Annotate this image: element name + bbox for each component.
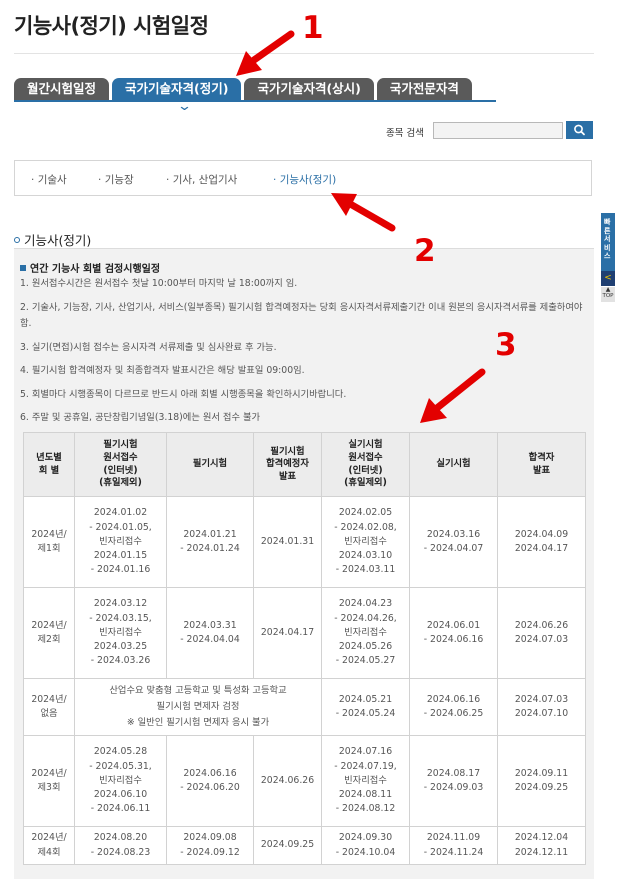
header-practical-application: 실기시험 원서접수 (인터넷) (휴일제외) bbox=[321, 432, 410, 497]
cell-practical-exam: 2024.11.09- 2024.11.24 bbox=[409, 826, 498, 865]
square-bullet-icon bbox=[20, 265, 26, 271]
annotation-number-2: 2 bbox=[414, 233, 436, 269]
main-tabs: 월간시험일정 국가기술자격(정기) 국가기술자격(상시) 국가전문자격 bbox=[14, 78, 472, 100]
cell-final-result: 2024.04.09 2024.04.17 bbox=[497, 496, 586, 588]
page-title: 기능사(정기) 시험일정 bbox=[14, 14, 209, 38]
cell-practical-application: 2024.02.05- 2024.02.08, 빈자리접수 2024.03.10- … bbox=[321, 496, 410, 588]
subnav-item-craftsman-regular[interactable]: · 기능사(정기) bbox=[273, 172, 336, 187]
cell-round: 2024년/없음 bbox=[23, 678, 75, 736]
cell-practical-exam: 2024.08.17- 2024.09.03 bbox=[409, 735, 498, 827]
cell-final-result: 2024.06.26 2024.07.03 bbox=[497, 587, 586, 679]
table-row: 2024년/제1회 2024.01.02- 2024.01.05, 빈자리접수 20… bbox=[23, 496, 586, 588]
tab-national-technical-ondemand[interactable]: 국가기술자격(상시) bbox=[244, 78, 374, 100]
cell-round: 2024년/제4회 bbox=[23, 826, 75, 865]
header-final-result: 합격자 발표 bbox=[497, 432, 586, 497]
tabs-underline bbox=[14, 100, 496, 102]
search-icon bbox=[574, 124, 585, 136]
quick-service-label: 빠른서비스 bbox=[604, 218, 611, 261]
cell-practical-exam: 2024.06.01- 2024.06.16 bbox=[409, 587, 498, 679]
tab-monthly-schedule[interactable]: 월간시험일정 bbox=[14, 78, 110, 100]
header-written-result: 필기시험 합격예정자 발표 bbox=[253, 432, 322, 497]
subnav-item-engineer-industrial[interactable]: · 기사, 산업기사 bbox=[166, 172, 237, 187]
cell-written-application: 2024.08.20- 2024.08.23 bbox=[74, 826, 167, 865]
cell-written-result: 2024.04.17 bbox=[253, 587, 322, 679]
sub-navigation: · 기술사 · 기능장 · 기사, 산업기사 · 기능사(정기) bbox=[14, 160, 592, 196]
table-row: 2024년/제3회 2024.05.28- 2024.05.31, 빈자리접수 20… bbox=[23, 735, 586, 827]
annotation-arrow-2 bbox=[348, 201, 396, 232]
sub-heading: 연간 기능사 회별 검정시행일정 bbox=[20, 260, 160, 275]
annotation-number-3: 3 bbox=[495, 327, 517, 363]
annotation-arrow-1 bbox=[250, 30, 295, 64]
cell-practical-application: 2024.05.21- 2024.05.24 bbox=[321, 678, 410, 736]
cell-final-result: 2024.07.03 2024.07.10 bbox=[497, 678, 586, 736]
section-title: 기능사(정기) bbox=[14, 230, 91, 249]
schedule-table: 년도별 회 별 필기시험 원서접수 (인터넷) (휴일제외) 필기시험 필기시험 합격예정… bbox=[23, 432, 586, 865]
tab-national-technical-regular[interactable]: 국가기술자격(정기) bbox=[112, 78, 242, 100]
cell-written-result: 2024.01.31 bbox=[253, 496, 322, 588]
notice-item: 6. 주말 및 공휴일, 공단창립기념일(3.18)에는 원서 접수 불가 bbox=[20, 412, 261, 423]
cell-written-application: 2024.01.02- 2024.01.05, 빈자리접수 2024.01.15- … bbox=[74, 496, 167, 588]
cell-written-exam: 2024.06.16- 2024.06.20 bbox=[166, 735, 254, 827]
title-divider bbox=[14, 53, 594, 54]
cell-written-exam: 2024.03.31- 2024.04.04 bbox=[166, 587, 254, 679]
table-row: 2024년/제2회 2024.03.12- 2024.03.15, 빈자리접수 20… bbox=[23, 587, 586, 679]
cell-written-application: 2024.03.12- 2024.03.15, 빈자리접수 2024.03.25- … bbox=[74, 587, 167, 679]
table-row: 2024년/제4회 2024.08.20- 2024.08.23 2024.09… bbox=[23, 826, 586, 865]
subnav-item-professional-engineer[interactable]: · 기술사 bbox=[31, 172, 67, 187]
cell-practical-application: 2024.07.16- 2024.07.19, 빈자리접수 2024.08.11- … bbox=[321, 735, 410, 827]
annotation-number-1: 1 bbox=[302, 10, 324, 46]
cell-written-result: 2024.09.25 bbox=[253, 826, 322, 865]
subnav-item-master-craftsman[interactable]: · 기능장 bbox=[98, 172, 134, 187]
notice-item: 5. 회별마다 시행종목이 다르므로 반드시 아래 회별 시행종목을 확인하시기… bbox=[20, 388, 347, 400]
header-practical-exam: 실기시험 bbox=[409, 432, 498, 497]
cell-written-application: 2024.05.28- 2024.05.31, 빈자리접수 2024.06.10- … bbox=[74, 735, 167, 827]
cell-practical-application: 2024.09.30- 2024.10.04 bbox=[321, 826, 410, 865]
cell-practical-application: 2024.04.23- 2024.04.26, 빈자리접수 2024.05.26- … bbox=[321, 587, 410, 679]
cell-round: 2024년/제1회 bbox=[23, 496, 75, 588]
search-button[interactable] bbox=[566, 121, 593, 139]
annotation-arrowhead-2 bbox=[331, 193, 357, 216]
header-round: 년도별 회 별 bbox=[23, 432, 75, 497]
cell-exemption-note: 산업수요 맞춤형 고등학교 및 특성화 고등학교 필기시험 면제자 검정 ※ 일반인… bbox=[74, 678, 322, 736]
search-input[interactable] bbox=[433, 122, 563, 139]
search-label: 종목 검색 bbox=[386, 128, 424, 139]
cell-written-exam: 2024.09.08- 2024.09.12 bbox=[166, 826, 254, 865]
cell-practical-exam: 2024.06.16- 2024.06.25 bbox=[409, 678, 498, 736]
notice-item: 4. 필기시험 합격예정자 및 최종합격자 발표시간은 해당 발표일 09:00… bbox=[20, 365, 305, 376]
chevron-down-icon: ⌄ bbox=[176, 99, 193, 114]
cell-round: 2024년/제2회 bbox=[23, 587, 75, 679]
table-header-row: 년도별 회 별 필기시험 원서접수 (인터넷) (휴일제외) 필기시험 필기시험 합격예정… bbox=[23, 432, 586, 497]
cell-written-result: 2024.06.26 bbox=[253, 735, 322, 827]
header-written-exam: 필기시험 bbox=[166, 432, 254, 497]
header-written-application: 필기시험 원서접수 (인터넷) (휴일제외) bbox=[74, 432, 167, 497]
cell-written-exam: 2024.01.21- 2024.01.24 bbox=[166, 496, 254, 588]
tab-national-professional[interactable]: 국가전문자격 bbox=[376, 78, 472, 100]
circle-bullet-icon bbox=[14, 237, 20, 243]
cell-final-result: 2024.12.04 2024.12.11 bbox=[497, 826, 586, 865]
cell-round: 2024년/제3회 bbox=[23, 735, 75, 827]
chevron-left-icon[interactable]: < bbox=[601, 271, 615, 286]
notice-item: 1. 원서접수시간은 원서접수 첫날 10:00부터 마지막 날 18:00까지… bbox=[20, 278, 298, 289]
annotation-arrowhead-1 bbox=[236, 51, 262, 76]
cell-practical-exam: 2024.03.16- 2024.04.07 bbox=[409, 496, 498, 588]
scroll-top-button[interactable]: ▲ TOP bbox=[601, 287, 615, 302]
table-row: 2024년/없음 산업수요 맞춤형 고등학교 및 특성화 고등학교 필기시험 면제… bbox=[23, 678, 586, 736]
cell-final-result: 2024.09.11 2024.09.25 bbox=[497, 735, 586, 827]
